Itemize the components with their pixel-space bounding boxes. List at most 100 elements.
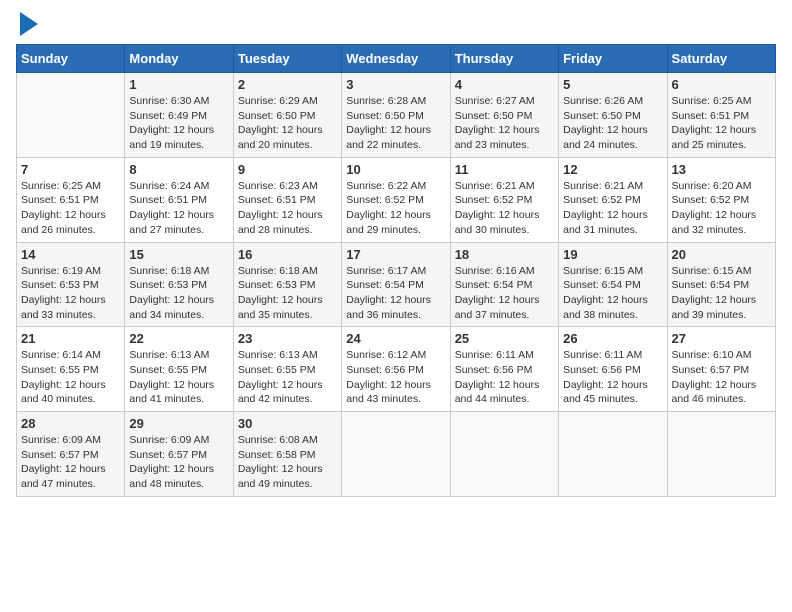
day-info: Sunrise: 6:19 AM Sunset: 6:53 PM Dayligh… xyxy=(21,264,120,323)
calendar-cell: 28Sunrise: 6:09 AM Sunset: 6:57 PM Dayli… xyxy=(17,412,125,497)
day-info: Sunrise: 6:10 AM Sunset: 6:57 PM Dayligh… xyxy=(672,348,771,407)
calendar-cell: 20Sunrise: 6:15 AM Sunset: 6:54 PM Dayli… xyxy=(667,242,775,327)
logo-arrow-icon xyxy=(20,12,38,36)
day-info: Sunrise: 6:21 AM Sunset: 6:52 PM Dayligh… xyxy=(563,179,662,238)
day-number: 6 xyxy=(672,77,771,92)
calendar-cell: 22 Sunrise: 6:13 AM Sunset: 6:55 PM Dayli… xyxy=(125,327,233,412)
day-number: 9 xyxy=(238,162,337,177)
day-info: Sunrise: 6:13 AM Sunset: 6:55 PM Dayligh… xyxy=(129,348,228,407)
calendar-cell xyxy=(559,412,667,497)
day-info: Sunrise: 6:20 AM Sunset: 6:52 PM Dayligh… xyxy=(672,179,771,238)
calendar-cell: 17Sunrise: 6:17 AM Sunset: 6:54 PM Dayli… xyxy=(342,242,450,327)
calendar-table: SundayMondayTuesdayWednesdayThursdayFrid… xyxy=(16,44,776,497)
day-info: Sunrise: 6:18 AM Sunset: 6:53 PM Dayligh… xyxy=(129,264,228,323)
calendar-cell xyxy=(342,412,450,497)
calendar-cell xyxy=(17,73,125,158)
day-number: 24 xyxy=(346,331,445,346)
weekday-header: Tuesday xyxy=(233,45,341,73)
day-info: Sunrise: 6:26 AM Sunset: 6:50 PM Dayligh… xyxy=(563,94,662,153)
day-number: 21 xyxy=(21,331,120,346)
calendar-cell: 15 Sunrise: 6:18 AM Sunset: 6:53 PM Dayli… xyxy=(125,242,233,327)
calendar-cell: 23Sunrise: 6:13 AM Sunset: 6:55 PM Dayli… xyxy=(233,327,341,412)
day-number: 27 xyxy=(672,331,771,346)
day-info: Sunrise: 6:21 AM Sunset: 6:52 PM Dayligh… xyxy=(455,179,554,238)
calendar-cell: 6 Sunrise: 6:25 AM Sunset: 6:51 PM Daylig… xyxy=(667,73,775,158)
calendar-week-row: 14 Sunrise: 6:19 AM Sunset: 6:53 PM Dayli… xyxy=(17,242,776,327)
calendar-cell: 18 Sunrise: 6:16 AM Sunset: 6:54 PM Dayli… xyxy=(450,242,558,327)
calendar-cell: 3 Sunrise: 6:28 AM Sunset: 6:50 PM Daylig… xyxy=(342,73,450,158)
day-info: Sunrise: 6:27 AM Sunset: 6:50 PM Dayligh… xyxy=(455,94,554,153)
day-info: Sunrise: 6:18 AM Sunset: 6:53 PM Dayligh… xyxy=(238,264,337,323)
calendar-cell: 9 Sunrise: 6:23 AM Sunset: 6:51 PM Daylig… xyxy=(233,157,341,242)
calendar-week-row: 21 Sunrise: 6:14 AM Sunset: 6:55 PM Dayli… xyxy=(17,327,776,412)
day-number: 26 xyxy=(563,331,662,346)
weekday-header: Thursday xyxy=(450,45,558,73)
calendar-cell: 13 Sunrise: 6:20 AM Sunset: 6:52 PM Dayli… xyxy=(667,157,775,242)
day-info: Sunrise: 6:29 AM Sunset: 6:50 PM Dayligh… xyxy=(238,94,337,153)
day-number: 18 xyxy=(455,247,554,262)
day-number: 25 xyxy=(455,331,554,346)
calendar-cell: 12 Sunrise: 6:21 AM Sunset: 6:52 PM Dayli… xyxy=(559,157,667,242)
calendar-cell: 5 Sunrise: 6:26 AM Sunset: 6:50 PM Daylig… xyxy=(559,73,667,158)
day-number: 13 xyxy=(672,162,771,177)
day-info: Sunrise: 6:30 AM Sunset: 6:49 PM Dayligh… xyxy=(129,94,228,153)
day-info: Sunrise: 6:14 AM Sunset: 6:55 PM Dayligh… xyxy=(21,348,120,407)
day-info: Sunrise: 6:09 AM Sunset: 6:57 PM Dayligh… xyxy=(129,433,228,492)
day-number: 3 xyxy=(346,77,445,92)
day-number: 19 xyxy=(563,247,662,262)
day-number: 20 xyxy=(672,247,771,262)
day-number: 10 xyxy=(346,162,445,177)
day-number: 1 xyxy=(129,77,228,92)
calendar-cell: 25 Sunrise: 6:11 AM Sunset: 6:56 PM Dayli… xyxy=(450,327,558,412)
calendar-cell: 16 Sunrise: 6:18 AM Sunset: 6:53 PM Dayli… xyxy=(233,242,341,327)
weekday-header: Saturday xyxy=(667,45,775,73)
day-info: Sunrise: 6:17 AM Sunset: 6:54 PM Dayligh… xyxy=(346,264,445,323)
day-info: Sunrise: 6:11 AM Sunset: 6:56 PM Dayligh… xyxy=(563,348,662,407)
day-info: Sunrise: 6:13 AM Sunset: 6:55 PM Dayligh… xyxy=(238,348,337,407)
day-info: Sunrise: 6:16 AM Sunset: 6:54 PM Dayligh… xyxy=(455,264,554,323)
day-info: Sunrise: 6:23 AM Sunset: 6:51 PM Dayligh… xyxy=(238,179,337,238)
day-info: Sunrise: 6:15 AM Sunset: 6:54 PM Dayligh… xyxy=(563,264,662,323)
calendar-cell: 2Sunrise: 6:29 AM Sunset: 6:50 PM Daylig… xyxy=(233,73,341,158)
calendar-week-row: 1 Sunrise: 6:30 AM Sunset: 6:49 PM Daylig… xyxy=(17,73,776,158)
calendar-cell: 10 Sunrise: 6:22 AM Sunset: 6:52 PM Dayli… xyxy=(342,157,450,242)
calendar-cell: 29 Sunrise: 6:09 AM Sunset: 6:57 PM Dayli… xyxy=(125,412,233,497)
day-number: 4 xyxy=(455,77,554,92)
calendar-week-row: 7Sunrise: 6:25 AM Sunset: 6:51 PM Daylig… xyxy=(17,157,776,242)
day-number: 8 xyxy=(129,162,228,177)
day-info: Sunrise: 6:11 AM Sunset: 6:56 PM Dayligh… xyxy=(455,348,554,407)
weekday-header: Sunday xyxy=(17,45,125,73)
day-number: 12 xyxy=(563,162,662,177)
day-info: Sunrise: 6:24 AM Sunset: 6:51 PM Dayligh… xyxy=(129,179,228,238)
day-info: Sunrise: 6:12 AM Sunset: 6:56 PM Dayligh… xyxy=(346,348,445,407)
day-number: 14 xyxy=(21,247,120,262)
calendar-cell: 11Sunrise: 6:21 AM Sunset: 6:52 PM Dayli… xyxy=(450,157,558,242)
day-number: 29 xyxy=(129,416,228,431)
day-number: 16 xyxy=(238,247,337,262)
day-number: 15 xyxy=(129,247,228,262)
calendar-cell: 8 Sunrise: 6:24 AM Sunset: 6:51 PM Daylig… xyxy=(125,157,233,242)
day-number: 5 xyxy=(563,77,662,92)
calendar-week-row: 28 Sunrise: 6:09 AM Sunset: 6:57 PM Dayli… xyxy=(17,412,776,497)
day-info: Sunrise: 6:08 AM Sunset: 6:58 PM Dayligh… xyxy=(238,433,337,492)
weekday-header: Wednesday xyxy=(342,45,450,73)
page-header xyxy=(16,16,776,36)
calendar-header: SundayMondayTuesdayWednesdayThursdayFrid… xyxy=(17,45,776,73)
calendar-cell: 19 Sunrise: 6:15 AM Sunset: 6:54 PM Dayli… xyxy=(559,242,667,327)
calendar-cell: 14 Sunrise: 6:19 AM Sunset: 6:53 PM Dayli… xyxy=(17,242,125,327)
day-info: Sunrise: 6:25 AM Sunset: 6:51 PM Dayligh… xyxy=(672,94,771,153)
logo xyxy=(16,16,38,36)
calendar-cell xyxy=(667,412,775,497)
calendar-cell: 26 Sunrise: 6:11 AM Sunset: 6:56 PM Dayli… xyxy=(559,327,667,412)
calendar-cell: 21 Sunrise: 6:14 AM Sunset: 6:55 PM Dayli… xyxy=(17,327,125,412)
day-info: Sunrise: 6:28 AM Sunset: 6:50 PM Dayligh… xyxy=(346,94,445,153)
weekday-header: Friday xyxy=(559,45,667,73)
day-info: Sunrise: 6:22 AM Sunset: 6:52 PM Dayligh… xyxy=(346,179,445,238)
day-number: 22 xyxy=(129,331,228,346)
day-number: 28 xyxy=(21,416,120,431)
calendar-cell: 30Sunrise: 6:08 AM Sunset: 6:58 PM Dayli… xyxy=(233,412,341,497)
calendar-cell xyxy=(450,412,558,497)
weekday-header: Monday xyxy=(125,45,233,73)
calendar-cell: 7Sunrise: 6:25 AM Sunset: 6:51 PM Daylig… xyxy=(17,157,125,242)
calendar-cell: 1 Sunrise: 6:30 AM Sunset: 6:49 PM Daylig… xyxy=(125,73,233,158)
